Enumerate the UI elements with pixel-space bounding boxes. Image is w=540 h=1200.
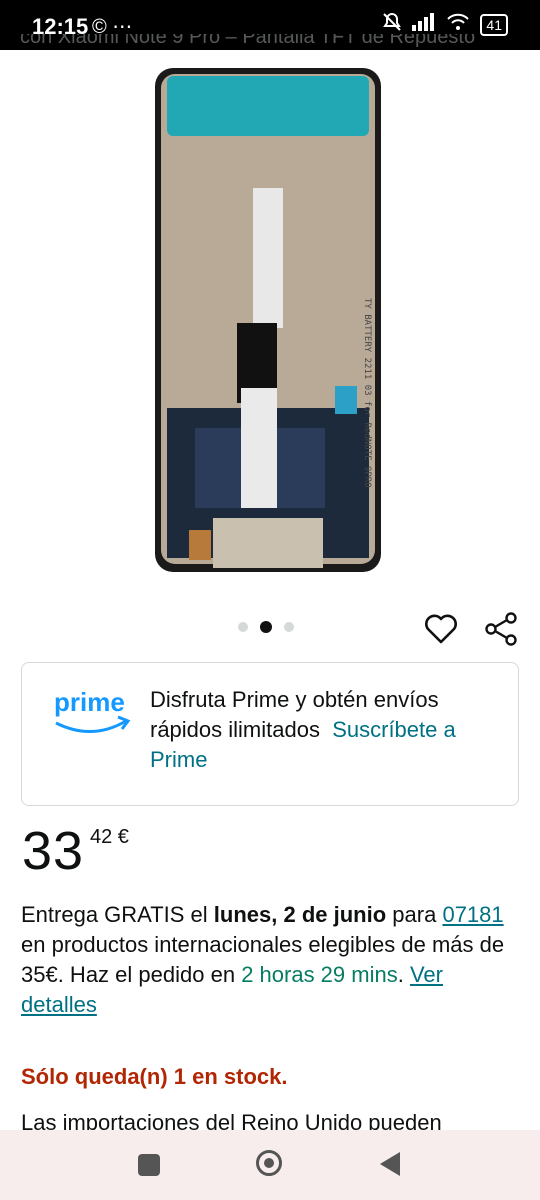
gallery-dot[interactable] bbox=[284, 622, 294, 632]
gallery-dot[interactable] bbox=[238, 622, 248, 632]
price-fraction: 42 € bbox=[90, 826, 129, 848]
price: 33 42 € bbox=[22, 820, 129, 882]
share-icon[interactable] bbox=[484, 612, 518, 646]
delivery-date: lunes, 2 de junio bbox=[213, 902, 387, 927]
back-button[interactable] bbox=[380, 1152, 400, 1176]
order-countdown: 2 horas 29 mins bbox=[241, 962, 398, 987]
postcode-link[interactable]: 07181 bbox=[442, 902, 503, 927]
delivery-info: Entrega GRATIS el lunes, 2 de junio para… bbox=[21, 902, 505, 1017]
prime-banner-text: Disfruta Prime y obtén envíos rápidos il… bbox=[150, 687, 456, 772]
gallery-dot-active[interactable] bbox=[260, 621, 272, 633]
svg-text:TY BATTERY 2211 03 for RedNOTE: TY BATTERY 2211 03 for RedNOTE 9PRO bbox=[362, 298, 372, 488]
wishlist-heart-icon[interactable] bbox=[424, 612, 458, 646]
svg-text:prime: prime bbox=[54, 687, 125, 717]
wifi-icon bbox=[446, 13, 470, 36]
gallery-dots bbox=[238, 621, 294, 633]
signal-icon bbox=[412, 13, 436, 36]
prime-banner[interactable]: prime Disfruta Prime y obtén envíos rápi… bbox=[21, 662, 519, 806]
product-image[interactable]: TY BATTERY 2211 03 for RedNOTE 9PRO bbox=[155, 68, 381, 572]
import-note-partial: Las importaciones del Reino Unido pueden bbox=[21, 1110, 442, 1132]
price-whole: 33 bbox=[22, 821, 85, 881]
system-nav-bar bbox=[0, 1130, 540, 1200]
stock-status: Sólo queda(n) 1 en stock. bbox=[21, 1064, 288, 1089]
home-button[interactable] bbox=[256, 1150, 282, 1176]
recents-button[interactable] bbox=[138, 1154, 160, 1176]
product-title-partial: con Xiaomi Note 9 Pro – Pantalla TFT de … bbox=[20, 34, 476, 48]
battery-icon: 41 bbox=[480, 13, 508, 36]
prime-logo: prime bbox=[52, 685, 132, 750]
